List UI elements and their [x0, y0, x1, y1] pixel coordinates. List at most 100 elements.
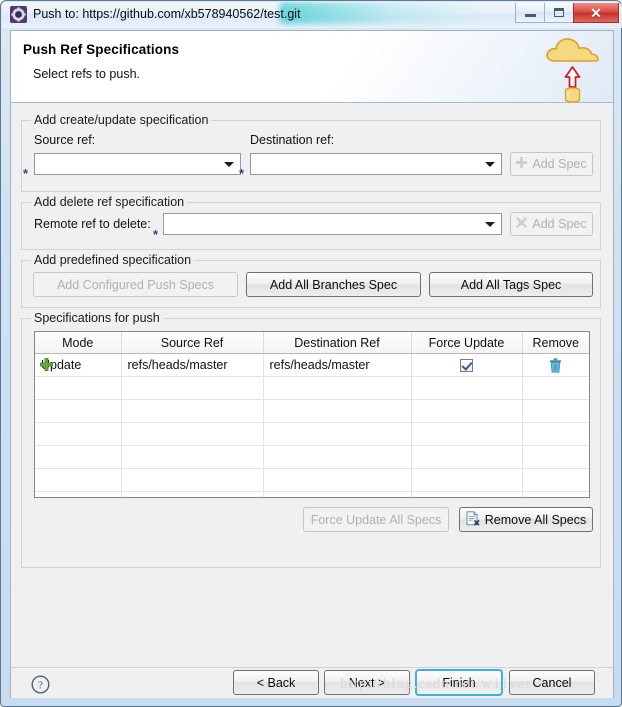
column-header-mode[interactable]: Mode: [35, 332, 122, 354]
plus-icon: [516, 157, 528, 171]
add-all-branches-spec-button[interactable]: Add All Branches Spec: [246, 272, 421, 297]
cell-destination-ref: [263, 468, 412, 492]
cell-remove: [522, 376, 589, 400]
destination-ref-combo[interactable]: [250, 153, 502, 175]
window-title: Push to: https://github.com/xb578940562/…: [33, 7, 301, 21]
table-row[interactable]: Update refs/heads/master refs/heads/mast…: [35, 353, 589, 377]
source-ref-combo[interactable]: [34, 153, 241, 175]
specifications-for-push-group: Specifications for push Mode Source Ref …: [21, 311, 601, 568]
cell-destination-ref: [263, 399, 412, 423]
delete-group-title: Add delete ref specification: [31, 195, 188, 209]
add-delete-spec-label: Add Spec: [532, 217, 587, 231]
column-header-destination-ref[interactable]: Destination Ref: [263, 332, 412, 354]
dialog-window: Push to: https://github.com/xb578940562/…: [0, 0, 622, 707]
cell-force-update: [411, 491, 523, 497]
wizard-banner: Push Ref Specifications Select refs to p…: [11, 31, 613, 103]
cell-mode: [35, 491, 122, 497]
predefined-group-title: Add predefined specification: [31, 253, 195, 267]
content-area: Add create/update specification Source r…: [11, 104, 613, 667]
add-configured-push-specs-button[interactable]: Add Configured Push Specs: [33, 272, 238, 297]
cell-destination-ref: [263, 445, 412, 469]
destination-ref-label: Destination ref:: [250, 133, 335, 147]
cell-destination-ref: [263, 491, 412, 497]
remove-all-specs-label: Remove All Specs: [484, 512, 587, 527]
eclipse-git-icon: [10, 6, 27, 23]
cell-remove: [522, 468, 589, 492]
cell-force-update[interactable]: [411, 353, 523, 377]
cell-source-ref: [121, 468, 264, 492]
minimize-icon: [524, 14, 536, 17]
next-button[interactable]: Next >: [324, 670, 410, 695]
dialog-body: Push Ref Specifications Select refs to p…: [10, 30, 614, 698]
cell-mode: [35, 376, 122, 400]
dialog-footer: ? < Back Next > Finish Cancel: [11, 667, 613, 698]
cell-mode: [35, 468, 122, 492]
cross-icon: [516, 217, 528, 231]
finish-button-label: Finish: [442, 675, 476, 690]
cell-force-update: [411, 445, 523, 469]
add-create-update-spec-button[interactable]: Add Spec: [510, 152, 593, 176]
add-create-update-spec-label: Add Spec: [532, 157, 587, 171]
table-row[interactable]: [35, 468, 589, 492]
table-row[interactable]: [35, 491, 589, 497]
add-all-tags-spec-label: Add All Tags Spec: [460, 277, 562, 292]
cloud-upload-icon: [541, 33, 605, 103]
chevron-down-icon: [224, 162, 234, 167]
force-update-all-specs-label: Force Update All Specs: [310, 512, 442, 527]
cell-source-ref: [121, 445, 264, 469]
cancel-button[interactable]: Cancel: [509, 670, 595, 695]
table-header-row: Mode Source Ref Destination Ref Force Up…: [35, 332, 589, 354]
specifications-table-wrapper[interactable]: Mode Source Ref Destination Ref Force Up…: [34, 331, 590, 498]
chevron-down-icon: [485, 162, 495, 167]
force-update-checkbox[interactable]: [460, 359, 473, 373]
finish-button[interactable]: Finish: [415, 669, 503, 696]
help-question-icon[interactable]: ?: [31, 675, 50, 694]
cell-remove: [522, 422, 589, 446]
remote-ref-to-delete-label: Remote ref to delete:: [34, 217, 151, 231]
table-row[interactable]: [35, 422, 589, 446]
remote-ref-required-marker: *: [153, 227, 159, 242]
trash-icon[interactable]: [549, 357, 562, 373]
cell-destination-ref: refs/heads/master: [263, 353, 412, 377]
create-update-group-title: Add create/update specification: [31, 113, 212, 127]
column-header-source-ref[interactable]: Source Ref: [121, 332, 264, 354]
cell-force-update: [411, 422, 523, 446]
remove-all-specs-button[interactable]: Remove All Specs: [459, 507, 593, 532]
add-all-branches-spec-label: Add All Branches Spec: [269, 277, 398, 292]
svg-text:?: ?: [38, 680, 43, 692]
specifications-table: Mode Source Ref Destination Ref Force Up…: [35, 332, 589, 497]
cell-source-ref: refs/heads/master: [121, 353, 264, 377]
page-title: Push Ref Specifications: [23, 42, 180, 57]
add-delete-spec-button[interactable]: Add Spec: [510, 212, 593, 236]
remote-ref-to-delete-combo[interactable]: [163, 213, 502, 235]
cell-source-ref: [121, 376, 264, 400]
back-button[interactable]: < Back: [233, 670, 319, 695]
cell-source-ref: [121, 399, 264, 423]
table-row[interactable]: [35, 399, 589, 423]
page-subtitle: Select refs to push.: [33, 67, 141, 81]
add-all-tags-spec-button[interactable]: Add All Tags Spec: [429, 272, 593, 297]
table-row[interactable]: [35, 445, 589, 469]
maximize-button[interactable]: [544, 3, 573, 23]
cell-force-update: [411, 399, 523, 423]
column-header-force-update[interactable]: Force Update: [411, 332, 523, 354]
cell-force-update: [411, 376, 523, 400]
column-header-remove[interactable]: Remove: [522, 332, 589, 354]
cell-force-update: [411, 468, 523, 492]
footer-divider: [11, 667, 613, 668]
cell-source-ref: [121, 422, 264, 446]
specs-group-title: Specifications for push: [31, 311, 163, 325]
delete-ref-specification-group: Add delete ref specification Remote ref …: [21, 195, 601, 250]
cell-remove: [522, 491, 589, 497]
cell-destination-ref: [263, 422, 412, 446]
source-ref-label: Source ref:: [34, 133, 96, 147]
cell-mode: [35, 399, 122, 423]
cell-remove[interactable]: [522, 353, 589, 377]
minimize-button[interactable]: [515, 3, 544, 23]
maximize-icon: [554, 8, 564, 17]
close-button[interactable]: ✕: [573, 3, 619, 23]
force-update-all-specs-button[interactable]: Force Update All Specs: [303, 507, 449, 532]
title-bar-artifact: [280, 2, 530, 24]
table-row[interactable]: [35, 376, 589, 400]
cell-destination-ref: [263, 376, 412, 400]
